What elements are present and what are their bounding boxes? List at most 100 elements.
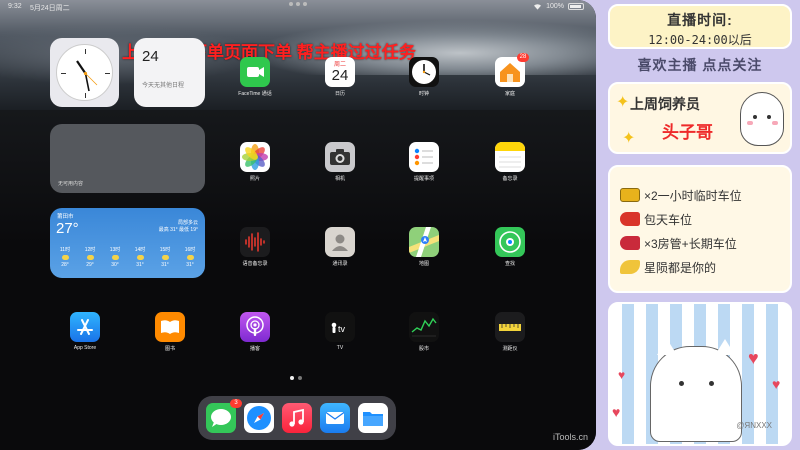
dock-messages[interactable]: 3 xyxy=(200,399,242,433)
empty-widget[interactable]: 无可用内容 xyxy=(50,124,205,193)
maps-icon xyxy=(409,227,439,257)
app-tv[interactable]: tv TV xyxy=(319,312,361,351)
reminders-icon xyxy=(409,142,439,172)
top-fan-title: 上周饲养员 xyxy=(630,96,700,112)
app-label: App Store xyxy=(73,345,97,351)
app-app-store[interactable]: App Store xyxy=(64,312,106,351)
empty-widget-label: 无可用内容 xyxy=(58,181,84,187)
car-icon xyxy=(620,236,640,250)
weather-city: 莆田市 xyxy=(57,214,74,220)
books-icon xyxy=(155,312,185,342)
perks-card: ×2一小时临时车位 包天车位 ×3房管+长期车位 星陨都是你的 xyxy=(608,165,792,293)
perk-text: 星陨都是你的 xyxy=(644,260,717,275)
status-time: 9:32 xyxy=(8,3,22,10)
perk-text: ×2一小时临时车位 xyxy=(644,188,742,203)
stocks-icon xyxy=(409,312,439,342)
perk-item: ×3房管+长期车位 xyxy=(620,233,737,253)
app-calendar[interactable]: 周二 24 日历 xyxy=(319,57,361,97)
perk-text: 包天车位 xyxy=(644,212,693,227)
forecast-hour: 15时 31° xyxy=(159,247,171,268)
app-label: 播客 xyxy=(249,346,260,352)
app-contacts[interactable]: 通讯录 xyxy=(319,227,361,267)
app-reminders[interactable]: 提醒事项 xyxy=(403,142,445,182)
rocket-icon xyxy=(620,260,640,274)
app-label: 语音备忘录 xyxy=(242,261,268,267)
svg-text:tv: tv xyxy=(338,324,346,334)
app-podcasts[interactable]: 播客 xyxy=(234,312,276,352)
app-label: FaceTime 通话 xyxy=(238,91,272,97)
calendar-widget-note: 今天无其他日程 xyxy=(142,83,185,89)
dock-files[interactable] xyxy=(352,403,394,433)
weather-temp: 27° xyxy=(56,220,79,237)
find-my-icon xyxy=(495,227,525,257)
app-label: 测距仪 xyxy=(502,346,518,352)
app-measure[interactable]: 测距仪 xyxy=(489,312,531,352)
app-home[interactable]: 28 家庭 xyxy=(489,53,531,97)
top-fan-card: ✦ ✦ 上周饲养员 头子哥 xyxy=(608,82,792,154)
measure-icon xyxy=(495,312,525,342)
tv-icon: tv xyxy=(325,312,355,342)
app-label: 家庭 xyxy=(504,91,515,97)
heart-icon: ♥ xyxy=(612,404,621,420)
car-icon xyxy=(620,212,640,226)
app-stocks[interactable]: 股市 xyxy=(403,312,445,352)
stream-info-panel: 直播时间: 12:00-24:00以后 喜欢主播 点点关注 ✦ ✦ 上周饲养员 … xyxy=(600,0,800,450)
app-maps[interactable]: 地图 xyxy=(403,227,445,267)
voice-memos-icon xyxy=(240,227,270,257)
safari-icon xyxy=(244,403,274,433)
cat-icon xyxy=(650,339,742,442)
schedule-time: 12:00-24:00以后 xyxy=(648,33,752,47)
star-icon: ✦ xyxy=(616,94,630,111)
music-icon xyxy=(282,403,312,433)
multitask-indicator[interactable] xyxy=(284,2,312,7)
battery-percent: 100% xyxy=(546,3,564,10)
perk-item: 星陨都是你的 xyxy=(620,257,716,277)
dock-mail[interactable] xyxy=(314,403,356,433)
heart-icon: ♥ xyxy=(772,376,781,392)
app-label: 地图 xyxy=(418,261,429,267)
app-facetime[interactable]: FaceTime 通话 xyxy=(234,57,276,97)
app-label: 股市 xyxy=(418,346,429,352)
app-camera[interactable]: 相机 xyxy=(319,142,361,182)
forecast-hour: 13时 30° xyxy=(109,247,121,268)
star-icon: ✦ xyxy=(622,130,636,147)
app-books[interactable]: 图书 xyxy=(149,312,191,352)
itools-watermark: iTools.cn xyxy=(552,432,588,442)
perk-item: ×2一小时临时车位 xyxy=(620,185,742,205)
clock-widget[interactable] xyxy=(50,38,119,107)
sunny-icon xyxy=(186,255,194,260)
app-label: 时钟 xyxy=(418,91,429,97)
cat-illustration-card: ♥ ♥ ♥ ♥ @ЯNXXX xyxy=(608,302,792,446)
photos-icon xyxy=(240,142,270,172)
app-notes[interactable]: 备忘录 xyxy=(489,142,531,182)
perk-text: ×3房管+长期车位 xyxy=(644,236,737,251)
app-store-icon xyxy=(70,312,100,342)
app-find-my[interactable]: 查找 xyxy=(489,227,531,267)
calendar-widget[interactable]: 24 今天无其他日程 xyxy=(134,38,205,107)
mascot-icon xyxy=(740,92,784,146)
wifi-icon xyxy=(534,4,542,10)
partly-cloudy-icon xyxy=(61,255,69,260)
dock-music[interactable] xyxy=(276,403,318,433)
dock-safari[interactable] xyxy=(238,403,280,433)
home-badge: 28 xyxy=(517,53,529,62)
clock-face-icon xyxy=(56,44,113,101)
heart-icon: ♥ xyxy=(618,368,626,382)
app-label: TV xyxy=(336,345,344,351)
clock-icon xyxy=(409,57,439,87)
battery-icon xyxy=(568,3,584,10)
perk-item: 包天车位 xyxy=(620,209,692,229)
forecast-hour: 12时 29° xyxy=(84,247,96,268)
app-label: 通讯录 xyxy=(332,261,348,267)
weather-range: 最高 31° 最低 19° xyxy=(158,227,198,233)
app-label: 照片 xyxy=(249,176,260,182)
app-photos[interactable]: 照片 xyxy=(234,142,276,182)
weather-forecast: 11时 28° 12时 29° 13时 30° 14时 31° 15时 31° 16时 31… xyxy=(56,246,199,269)
camera-icon xyxy=(325,142,355,172)
card-watermark: @ЯNXXX xyxy=(736,421,772,430)
forecast-hour: 14时 31° xyxy=(134,247,146,268)
page-indicator[interactable] xyxy=(290,376,302,380)
weather-widget[interactable]: 莆田市 27° 局部多云 最高 31° 最低 19° 11时 28° 12时 29°… xyxy=(50,208,205,278)
app-voice-memos[interactable]: 语音备忘录 xyxy=(234,227,276,267)
app-clock[interactable]: 时钟 xyxy=(403,57,445,97)
